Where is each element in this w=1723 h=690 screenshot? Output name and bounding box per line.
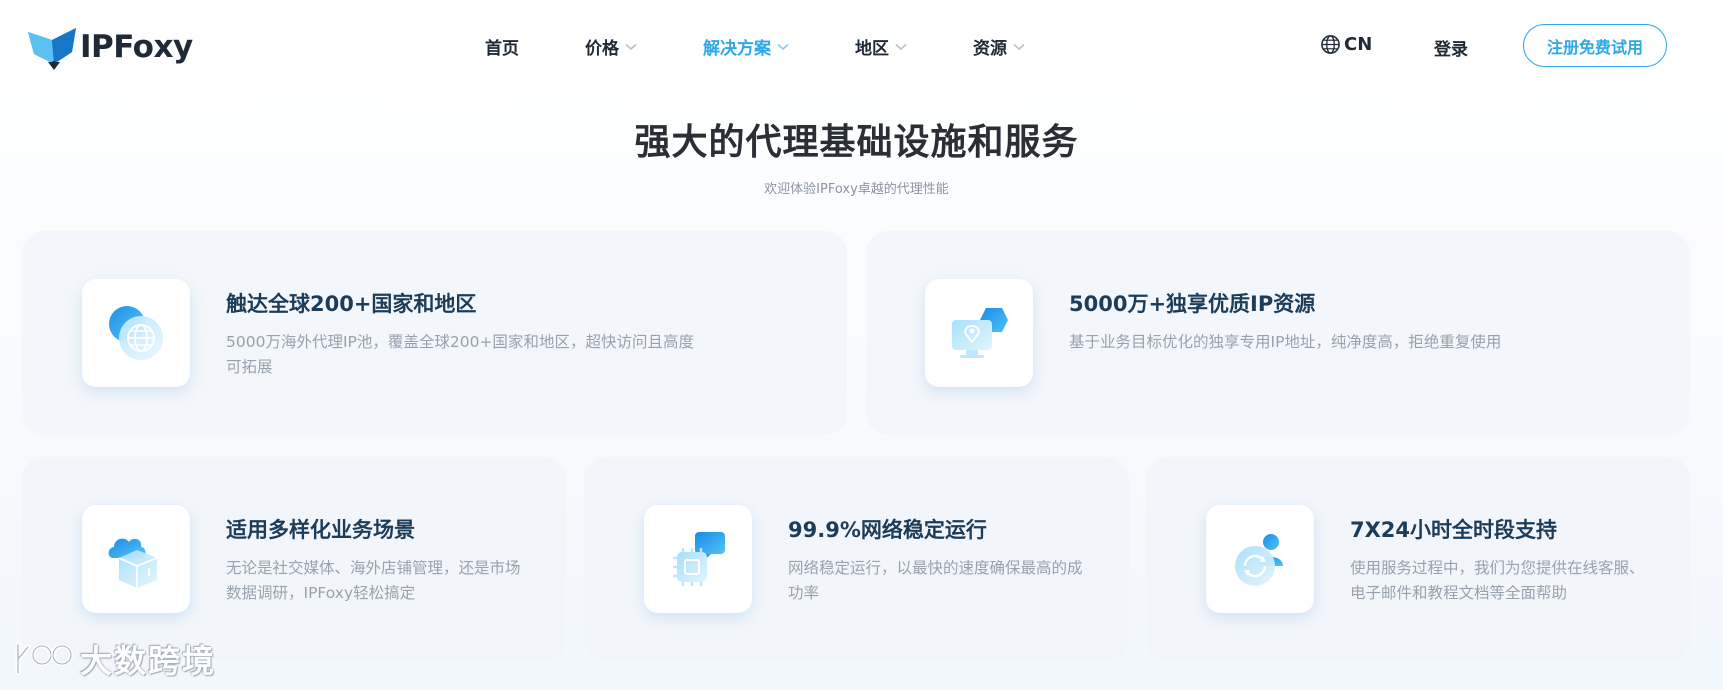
cloud-box-icon <box>108 538 158 588</box>
fox-logo-icon <box>28 28 76 70</box>
chevron-down-icon <box>1013 43 1025 50</box>
nav-item-label: 首页 <box>485 39 519 59</box>
nav-item-regions[interactable]: 地区 <box>855 34 907 59</box>
feature-card-exclusive-ip: 5000万+独享优质IP资源 基于业务目标优化的独享专用IP地址，纯净度高，拒绝… <box>866 231 1690 435</box>
watermark-logo-icon <box>15 642 73 676</box>
globe-icon <box>1321 35 1340 54</box>
nav-item-pricing[interactable]: 价格 <box>585 34 637 59</box>
language-label: CN <box>1344 34 1373 55</box>
feature-title: 5000万+独享优质IP资源 <box>1069 292 1316 316</box>
watermark-text: 大数跨境 <box>80 642 217 680</box>
chevron-down-icon <box>895 43 907 50</box>
feature-title: 触达全球200+国家和地区 <box>226 292 477 316</box>
site-header: IPFoxy 首页 价格 解决方案 地区 资源 CN 登录 注册免费试用 <box>0 0 1723 92</box>
feature-icon-box <box>82 279 190 387</box>
logo-text: IPFoxy <box>80 29 193 65</box>
feature-card-scenarios: 适用多样化业务场景 无论是社交媒体、海外店铺管理，还是市场数据调研，IPFoxy… <box>22 457 566 661</box>
feature-icon-box <box>644 505 752 613</box>
feature-description: 5000万海外代理IP池，覆盖全球200+国家和地区，超快访问且高度可拓展 <box>226 333 694 376</box>
nav-item-resources[interactable]: 资源 <box>973 34 1025 59</box>
feature-card-global: 触达全球200+国家和地区 5000万海外代理IP池，覆盖全球200+国家和地区… <box>22 231 847 435</box>
feature-description: 网络稳定运行，以最快的速度确保最高的成功率 <box>788 559 1083 602</box>
nav-item-home[interactable]: 首页 <box>485 34 519 59</box>
nav-item-label: 价格 <box>585 39 619 59</box>
language-switcher[interactable]: CN <box>1320 34 1372 55</box>
feature-icon-box <box>925 279 1033 387</box>
feature-title: 适用多样化业务场景 <box>226 518 415 542</box>
feature-title: 7X24小时全时段支持 <box>1350 518 1558 542</box>
section-title: 强大的代理基础设施和服务 <box>634 122 1079 163</box>
nav-item-label: 资源 <box>973 39 1007 59</box>
feature-icon-box <box>1206 505 1314 613</box>
location-monitor-icon <box>952 308 1008 358</box>
feature-card-stability: 99.9%网络稳定运行 网络稳定运行，以最快的速度确保最高的成功率 <box>584 457 1129 661</box>
logo[interactable]: IPFoxy <box>26 24 193 70</box>
nav-item-label: 地区 <box>855 39 889 59</box>
globe-icon <box>109 306 163 360</box>
nav-item-label: 解决方案 <box>703 39 771 59</box>
feature-title: 99.9%网络稳定运行 <box>788 518 987 542</box>
feature-description: 基于业务目标优化的独享专用IP地址，纯净度高，拒绝重复使用 <box>1069 333 1502 351</box>
login-link[interactable]: 登录 <box>1434 35 1468 60</box>
feature-description: 无论是社交媒体、海外店铺管理，还是市场数据调研，IPFoxy轻松搞定 <box>226 559 521 602</box>
section-subtitle: 欢迎体验IPFoxy卓越的代理性能 <box>764 182 949 197</box>
chip-chat-icon <box>673 532 725 586</box>
feature-icon-box <box>82 505 190 613</box>
nav-item-solutions[interactable]: 解决方案 <box>703 34 789 59</box>
signup-button[interactable]: 注册免费试用 <box>1523 24 1667 67</box>
feature-description: 使用服务过程中，我们为您提供在线客服、电子邮件和教程文档等全面帮助 <box>1350 559 1645 602</box>
chevron-down-icon <box>777 43 789 50</box>
feature-card-support: 7X24小时全时段支持 使用服务过程中，我们为您提供在线客服、电子邮件和教程文档… <box>1146 457 1690 661</box>
support-agent-icon <box>1235 534 1283 586</box>
watermark: 大数跨境 <box>12 636 216 682</box>
chevron-down-icon <box>625 43 637 50</box>
